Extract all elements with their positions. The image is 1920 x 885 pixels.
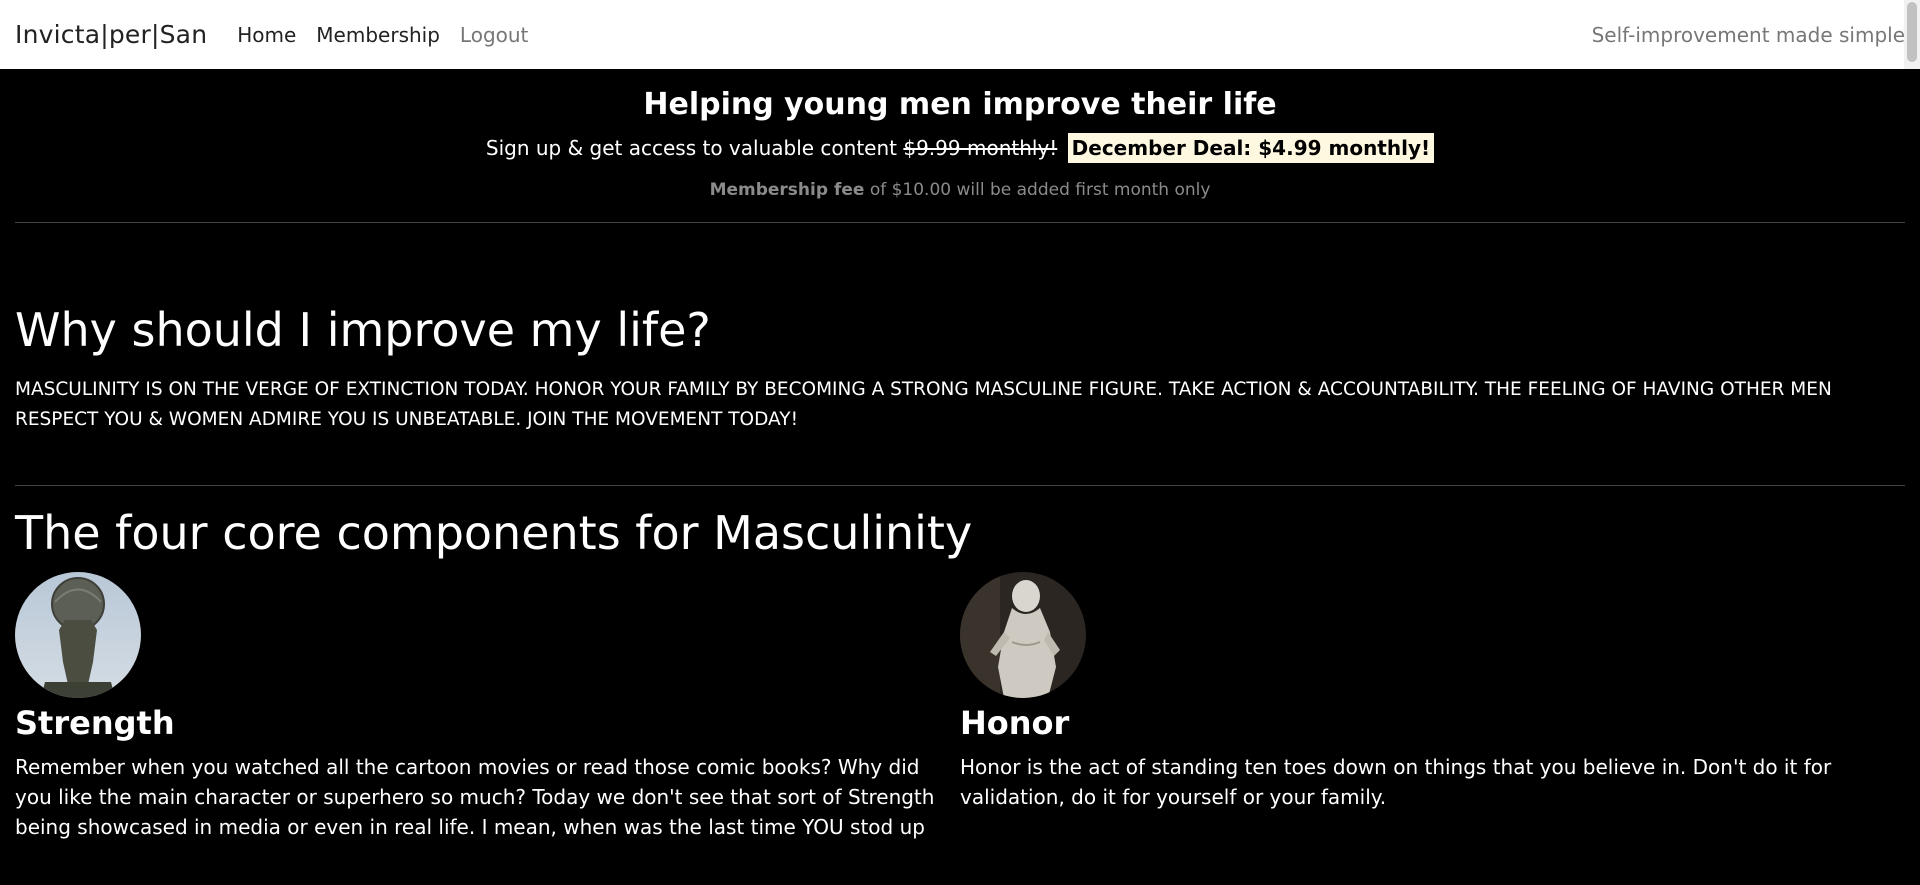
tagline: Self-improvement made simple [1591,22,1905,47]
why-body: MASCULINITY IS ON THE VERGE OF EXTINCTIO… [15,379,1832,430]
why-section: Why should I improve my life? MASCULINIT… [0,223,1920,485]
hero-title: Helping young men improve their life [643,87,1277,122]
nav-logout[interactable]: Logout [460,23,528,47]
brand-logo[interactable]: Invicta|per|San [15,20,207,49]
deal-badge: December Deal: $4.99 monthly! [1067,133,1435,163]
core-title: The four core components for Masculinity [15,506,973,560]
fee-label: Membership fee [709,180,865,200]
signup-line: Sign up & get access to valuable content… [0,133,1920,163]
fee-text: of $10.00 will be added first month only [869,180,1211,200]
card-text: Remember when you watched all the cartoo… [15,755,935,839]
why-title: Why should I improve my life? [15,303,711,357]
card-honor: Honor Honor is the act of standing ten t… [960,572,1905,842]
core-cards: Strength Remember when you watched all t… [0,572,1920,842]
core-section: The four core components for Masculinity [0,486,1920,560]
hercules-statue-image [960,572,1086,698]
nav-home[interactable]: Home [237,23,296,47]
membership-fee-note: Membership fee of $10.00 will be added f… [0,180,1920,200]
nav-membership[interactable]: Membership [316,23,440,47]
scrollbar-thumb[interactable] [1907,2,1917,62]
atlas-statue-image [15,572,141,698]
signup-text: Sign up & get access to valuable content [485,136,897,160]
hero-section: Helping young men improve their life Sig… [0,69,1920,222]
top-navbar: Invicta|per|San Home Membership Logout S… [0,0,1920,69]
card-title: Honor [960,704,1070,742]
scrollbar[interactable] [1904,0,1920,69]
old-price: $9.99 monthly! [903,136,1058,160]
card-strength: Strength Remember when you watched all t… [15,572,960,842]
card-text: Honor is the act of standing ten toes do… [960,755,1832,809]
card-title: Strength [15,704,175,742]
